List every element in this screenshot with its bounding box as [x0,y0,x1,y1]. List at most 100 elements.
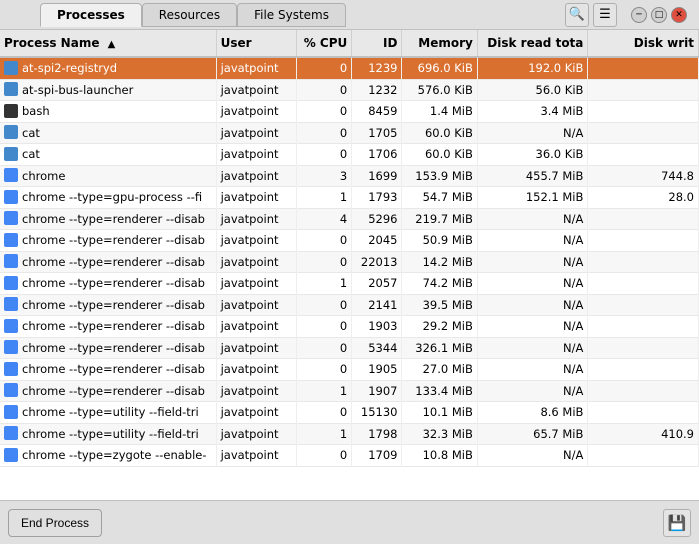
process-name-cell: at-spi-bus-launcher [0,79,216,101]
user-cell: javatpoint [216,57,296,79]
disk-write-cell: 28.0 [588,187,699,209]
id-cell: 8459 [352,101,402,123]
table-row[interactable]: chrome --type=renderer --disabjavatpoint… [0,230,699,252]
disk-write-cell [588,101,699,123]
id-cell: 1905 [352,359,402,381]
process-name-text: chrome --type=renderer --disab [22,298,205,312]
titlebar: ProcessesResourcesFile Systems 🔍 ☰ ─ □ ✕ [0,0,699,30]
table-row[interactable]: chrome --type=renderer --disabjavatpoint… [0,208,699,230]
tab-file-systems[interactable]: File Systems [237,3,346,27]
user-cell: javatpoint [216,187,296,209]
disk-write-cell [588,380,699,402]
user-cell: javatpoint [216,273,296,295]
col-disk-write[interactable]: Disk writ [588,30,699,57]
process-name-cell: chrome --type=utility --field-tri [0,402,216,424]
table-row[interactable]: chrome --type=renderer --disabjavatpoint… [0,359,699,381]
memory-cell: 14.2 MiB [402,251,477,273]
col-cpu[interactable]: % CPU [296,30,351,57]
disk-read-cell: N/A [477,294,588,316]
disk-write-cell [588,337,699,359]
memory-cell: 219.7 MiB [402,208,477,230]
disk-read-cell: 36.0 KiB [477,144,588,166]
disk-write-cell [588,57,699,79]
table-row[interactable]: chrome --type=utility --field-trijavatpo… [0,423,699,445]
cpu-cell: 0 [296,316,351,338]
table-row[interactable]: chrome --type=renderer --disabjavatpoint… [0,294,699,316]
disk-write-cell [588,122,699,144]
process-name-cell: cat [0,122,216,144]
cpu-cell: 0 [296,251,351,273]
tab-processes[interactable]: Processes [40,3,142,27]
memory-cell: 60.0 KiB [402,122,477,144]
col-user[interactable]: User [216,30,296,57]
cpu-cell: 0 [296,294,351,316]
search-button[interactable]: 🔍 [565,3,589,27]
id-cell: 5296 [352,208,402,230]
col-process-name[interactable]: Process Name ▲ [0,30,216,57]
cpu-cell: 0 [296,122,351,144]
cpu-cell: 0 [296,402,351,424]
id-cell: 1706 [352,144,402,166]
window-controls: ─ □ ✕ [631,7,687,23]
disk-write-cell: 744.8 [588,165,699,187]
user-cell: javatpoint [216,445,296,467]
table-header: Process Name ▲ User % CPU ID Memory Disk… [0,30,699,57]
cpu-cell: 0 [296,101,351,123]
menu-button[interactable]: ☰ [593,3,617,27]
disk-write-cell [588,208,699,230]
process-name-cell: chrome --type=renderer --disab [0,359,216,381]
col-memory[interactable]: Memory [402,30,477,57]
id-cell: 15130 [352,402,402,424]
cpu-cell: 0 [296,337,351,359]
process-icon [4,405,18,419]
table-row[interactable]: chrome --type=renderer --disabjavatpoint… [0,316,699,338]
process-name-cell: chrome [0,165,216,187]
disk-read-cell: N/A [477,337,588,359]
col-id[interactable]: ID [352,30,402,57]
table-row[interactable]: chrome --type=utility --field-trijavatpo… [0,402,699,424]
maximize-button[interactable]: □ [651,7,667,23]
tab-resources[interactable]: Resources [142,3,237,27]
user-cell: javatpoint [216,79,296,101]
table-row[interactable]: chrome --type=zygote --enable-javatpoint… [0,445,699,467]
save-button[interactable]: 💾 [663,509,691,537]
user-cell: javatpoint [216,423,296,445]
close-button[interactable]: ✕ [671,7,687,23]
table-row[interactable]: at-spi-bus-launcherjavatpoint01232576.0 … [0,79,699,101]
process-name-cell: chrome --type=utility --field-tri [0,423,216,445]
table-row[interactable]: catjavatpoint0170660.0 KiB36.0 KiB [0,144,699,166]
id-cell: 2057 [352,273,402,295]
table-row[interactable]: chromejavatpoint31699153.9 MiB455.7 MiB7… [0,165,699,187]
table-row[interactable]: chrome --type=renderer --disab javatpoint… [0,273,699,295]
table-row[interactable]: catjavatpoint0170560.0 KiBN/A [0,122,699,144]
col-disk-read[interactable]: Disk read tota [477,30,588,57]
table-row[interactable]: chrome --type=renderer --disab javatpoint… [0,337,699,359]
process-icon [4,147,18,161]
disk-write-cell [588,402,699,424]
id-cell: 1903 [352,316,402,338]
process-name-text: chrome --type=gpu-process --fi [22,190,202,204]
memory-cell: 54.7 MiB [402,187,477,209]
table-row[interactable]: at-spi2-registrydjavatpoint01239696.0 Ki… [0,57,699,79]
process-name-text: chrome --type=renderer --disab [22,362,205,376]
bottom-bar: End Process 💾 [0,500,699,544]
minimize-button[interactable]: ─ [631,7,647,23]
process-name-cell: bash [0,101,216,123]
disk-read-cell: N/A [477,251,588,273]
id-cell: 1793 [352,187,402,209]
process-name-text: chrome --type=renderer --disab [22,341,205,355]
disk-read-cell: 192.0 KiB [477,57,588,79]
table-row[interactable]: chrome --type=renderer --disabjavatpoint… [0,251,699,273]
id-cell: 2141 [352,294,402,316]
user-cell: javatpoint [216,402,296,424]
end-process-button[interactable]: End Process [8,509,102,537]
memory-cell: 10.1 MiB [402,402,477,424]
table-row[interactable]: chrome --type=gpu-process --fi javatpoint… [0,187,699,209]
table-row[interactable]: bashjavatpoint084591.4 MiB3.4 MiB [0,101,699,123]
process-name-cell: chrome --type=renderer --disab [0,294,216,316]
table-row[interactable]: chrome --type=renderer --disabjavatpoint… [0,380,699,402]
user-cell: javatpoint [216,337,296,359]
process-name-text: chrome --type=renderer --disab [22,276,205,290]
cpu-cell: 4 [296,208,351,230]
disk-read-cell: N/A [477,230,588,252]
